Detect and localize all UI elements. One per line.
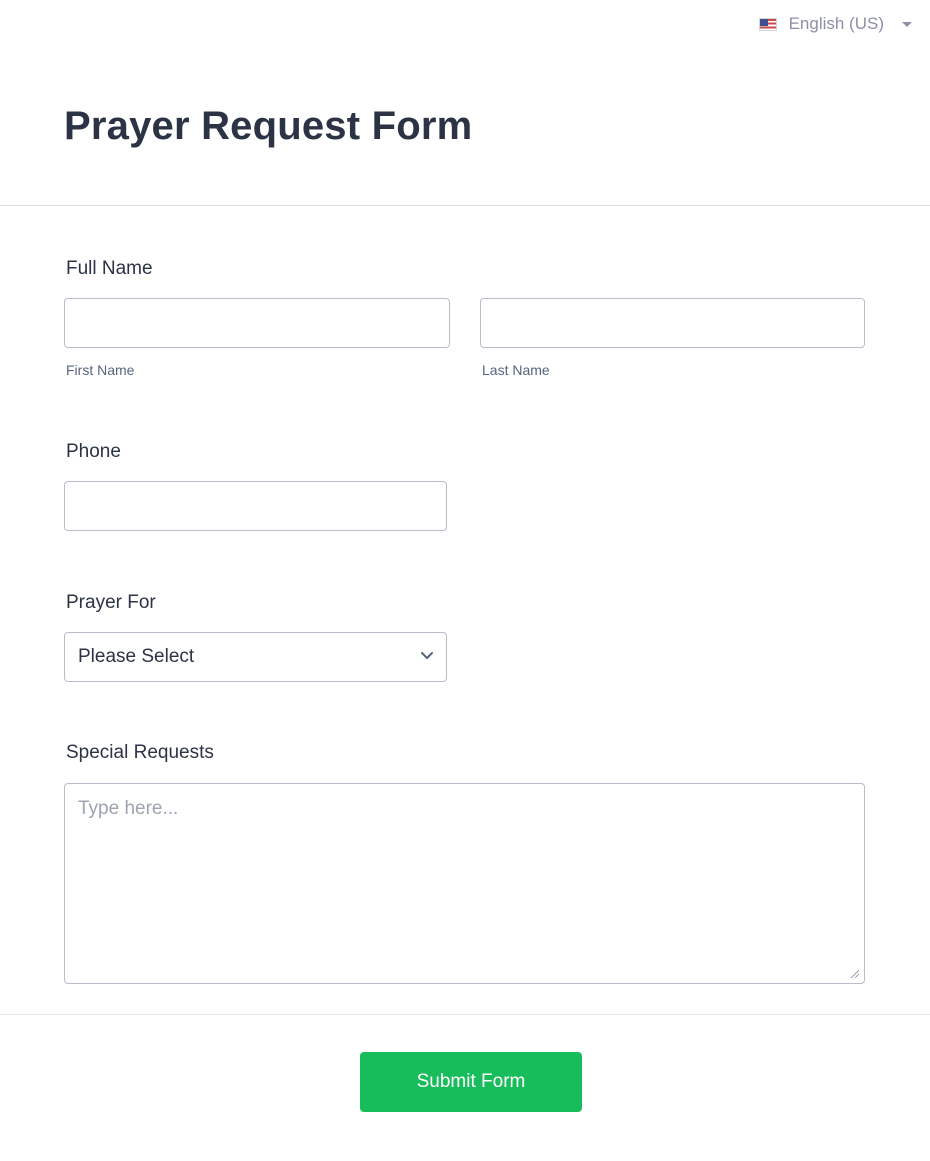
prayer-for-selected-value: Please Select [78, 646, 195, 667]
phone-label: Phone [66, 441, 121, 462]
caret-down-icon [902, 21, 912, 27]
full-name-label: Full Name [66, 258, 153, 279]
last-name-input[interactable] [480, 298, 865, 348]
language-selector[interactable]: English (US) [758, 14, 912, 34]
resize-handle-icon[interactable] [850, 969, 860, 979]
form-header: English (US) Prayer Request Form [0, 0, 930, 206]
last-name-sublabel: Last Name [482, 362, 550, 378]
special-requests-placeholder: Type here... [78, 798, 179, 819]
phone-input[interactable] [64, 481, 447, 531]
submit-button[interactable]: Submit Form [360, 1052, 582, 1112]
first-name-input[interactable] [64, 298, 450, 348]
page-title: Prayer Request Form [64, 104, 473, 148]
form-page: English (US) Prayer Request Form Full Na… [0, 0, 930, 1161]
special-requests-label: Special Requests [66, 742, 214, 763]
prayer-for-label: Prayer For [66, 592, 156, 613]
chevron-down-icon [421, 652, 433, 659]
footer-divider [0, 1014, 930, 1015]
prayer-for-select[interactable]: Please Select [64, 632, 447, 682]
us-flag-icon [758, 17, 777, 31]
language-label: English (US) [788, 14, 884, 33]
first-name-sublabel: First Name [66, 362, 135, 378]
special-requests-textarea[interactable]: Type here... [64, 783, 865, 984]
